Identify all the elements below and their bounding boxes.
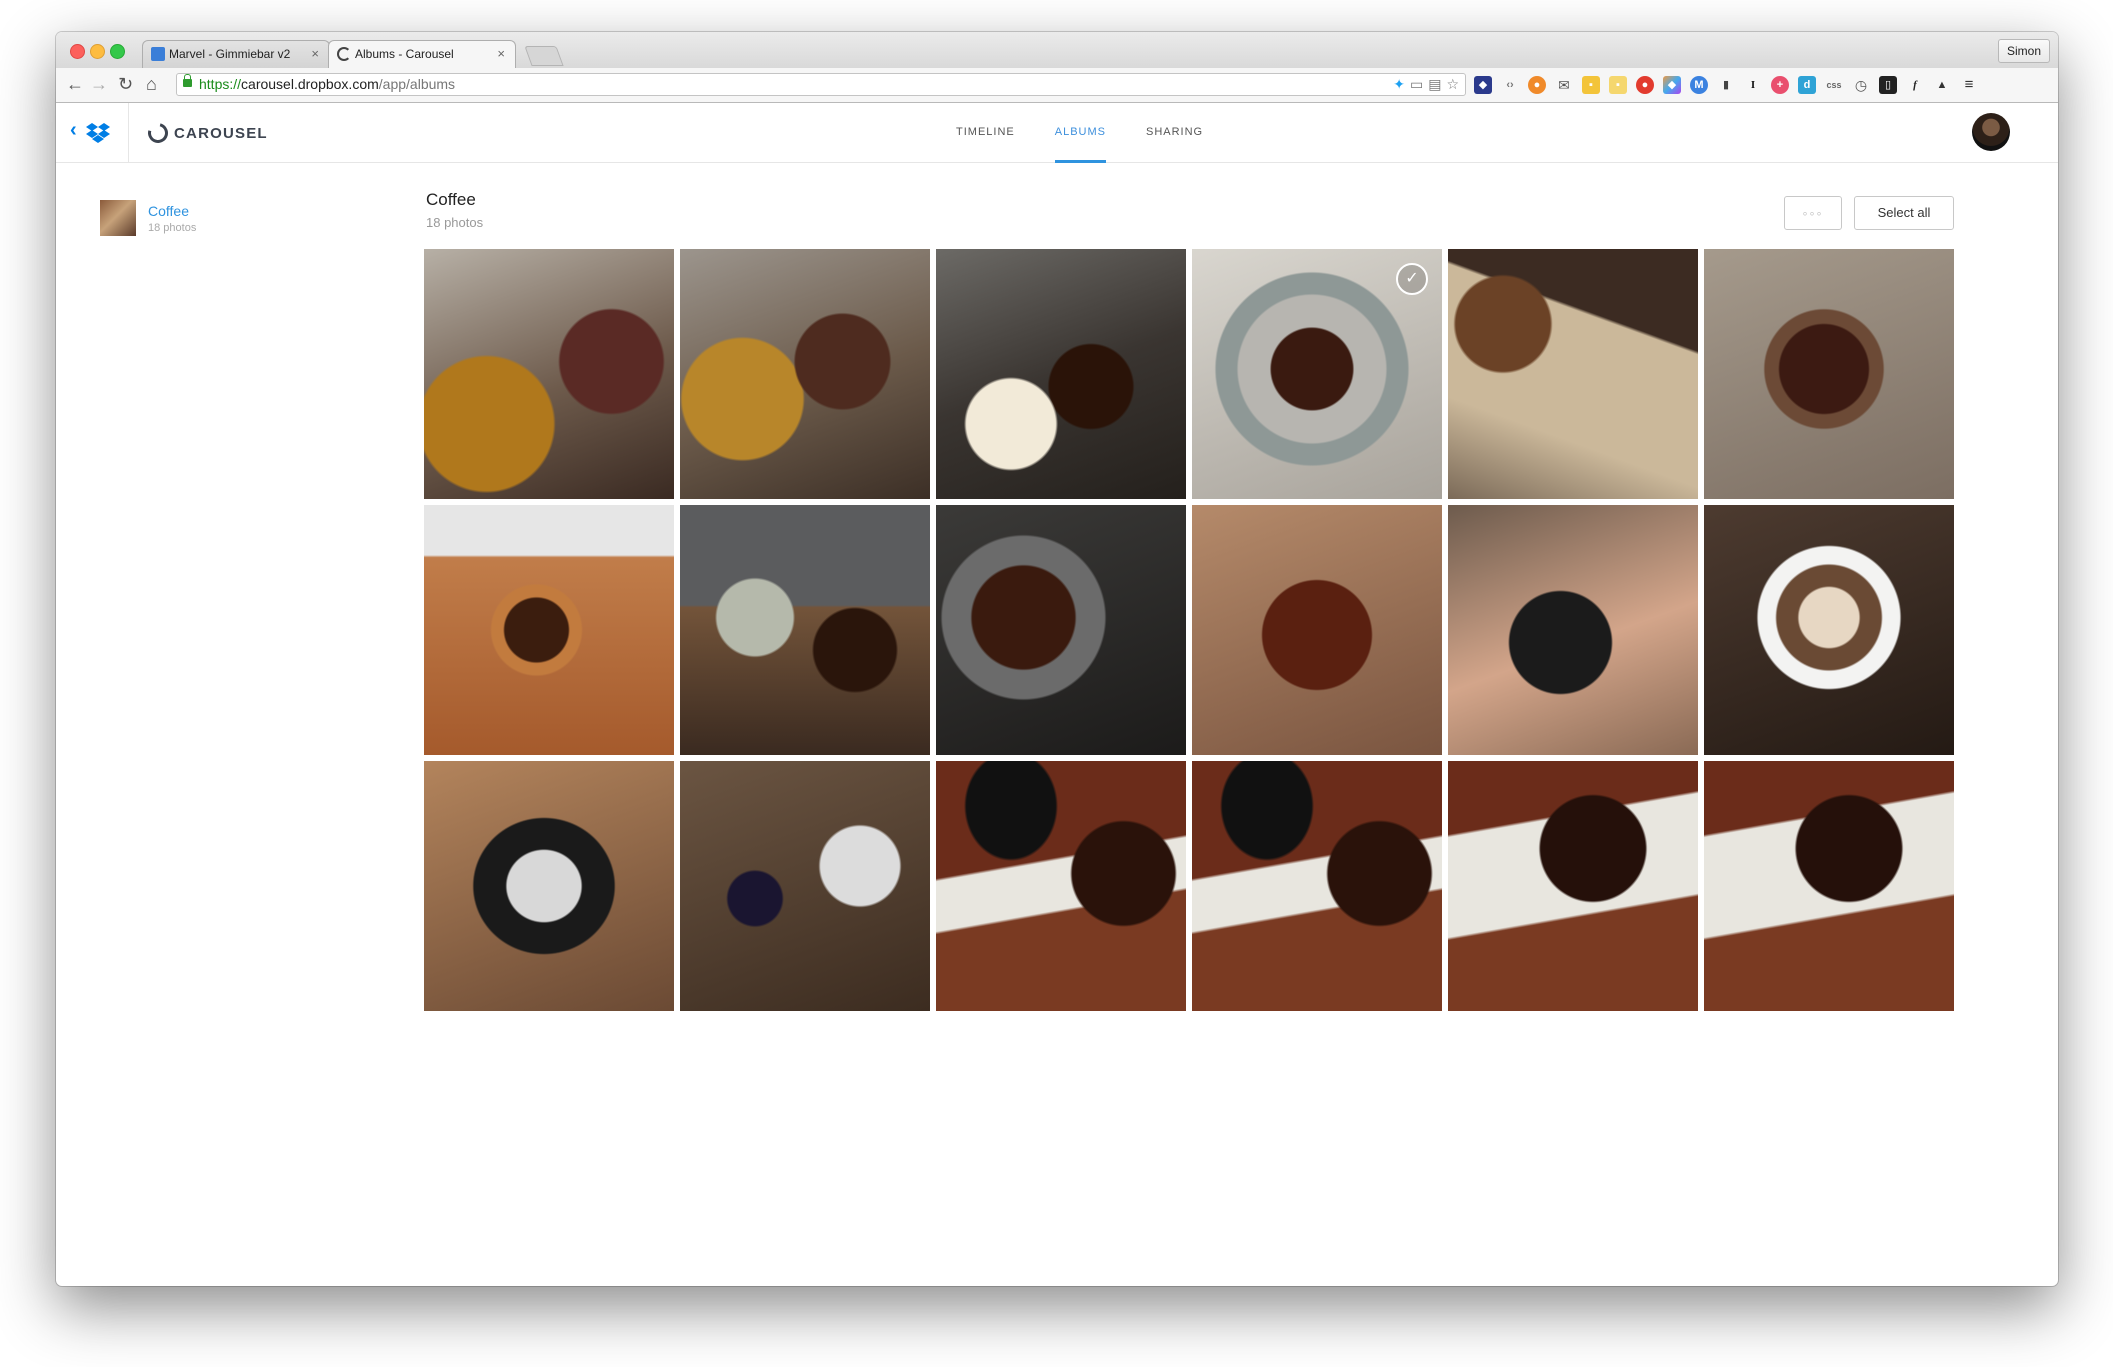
url-host: carousel.dropbox.com (241, 76, 379, 92)
photo-tile[interactable] (936, 761, 1186, 1011)
select-all-button[interactable]: Select all (1854, 196, 1954, 230)
carousel-logo[interactable]: CAROUSEL (144, 119, 268, 147)
photo-tile[interactable] (1192, 505, 1442, 755)
photo-tile[interactable] (936, 249, 1186, 499)
header-divider (128, 103, 129, 162)
tab-strip: Marvel - Gimmiebar v2 × Albums - Carouse… (56, 32, 2058, 68)
photo-tile[interactable] (936, 505, 1186, 755)
clock-extension-icon[interactable]: ◷ (1852, 76, 1870, 94)
fire-extension-icon[interactable]: ● (1528, 76, 1546, 94)
minimize-window-button[interactable] (90, 44, 105, 59)
carousel-favicon-icon (337, 47, 351, 61)
photo-tile[interactable] (424, 249, 674, 499)
back-arrow-icon[interactable]: ← (66, 74, 84, 94)
menu-icon[interactable]: ≡ (1960, 76, 1978, 94)
brand-name: CAROUSEL (174, 124, 268, 142)
album-thumbnail (100, 200, 136, 236)
avatar[interactable] (1972, 113, 2010, 151)
tab-carousel[interactable]: Albums - Carousel × (328, 40, 516, 68)
carousel-mark-icon (144, 119, 172, 147)
browser-toolbar: ← → ↻ ⌂ https://carousel.dropbox.com/app… (56, 68, 2058, 103)
browser-window: Marvel - Gimmiebar v2 × Albums - Carouse… (56, 32, 2058, 1286)
panel-extension-icon[interactable]: ▯ (1879, 76, 1897, 94)
home-icon[interactable]: ⌂ (146, 74, 157, 94)
page-action-icon[interactable]: ▭ (1410, 75, 1423, 94)
url-scheme: https:// (199, 76, 242, 92)
dropbox-logo-icon[interactable] (86, 123, 110, 143)
address-bar[interactable]: https://carousel.dropbox.com/app/albums … (176, 73, 1466, 96)
bookmark-star-icon[interactable]: ☆ (1446, 75, 1459, 94)
fonts-extension-icon[interactable]: f (1906, 76, 1924, 94)
tab-sharing[interactable]: SHARING (1146, 103, 1203, 162)
code-extension-icon[interactable]: ‹› (1501, 76, 1519, 94)
photo-tile[interactable] (1192, 761, 1442, 1011)
photo-tile[interactable] (1704, 249, 1954, 499)
sidebar-album-count: 18 photos (148, 222, 197, 234)
photo-tile[interactable] (1448, 761, 1698, 1011)
more-options-button[interactable]: ◦◦◦ (1784, 196, 1842, 230)
tab-title: Marvel - Gimmiebar v2 (169, 47, 291, 61)
extension-icon[interactable]: ◆ (1474, 76, 1492, 94)
zoom-window-button[interactable] (110, 44, 125, 59)
twitter-icon[interactable]: ✦ (1393, 75, 1405, 94)
app-header: ‹ CAROUSEL TIMELINE ALBUMS SHARING (56, 103, 2058, 163)
sticky-extension-icon[interactable]: ▪ (1609, 76, 1627, 94)
sidebar-album-name[interactable]: Coffee (148, 203, 189, 219)
new-tab-button[interactable] (524, 46, 564, 66)
tab-timeline[interactable]: TIMELINE (956, 103, 1015, 162)
photo-tile[interactable] (424, 505, 674, 755)
notes-extension-icon[interactable]: ▪ (1582, 76, 1600, 94)
close-tab-icon[interactable]: × (497, 41, 505, 67)
tab-title: Albums - Carousel (355, 47, 454, 61)
css-extension-icon[interactable]: css (1825, 76, 1843, 94)
url-path: /app/albums (378, 76, 456, 92)
stats-extension-icon[interactable]: ▮ (1717, 76, 1735, 94)
instapaper-extension-icon[interactable]: I (1744, 76, 1762, 94)
d-extension-icon[interactable]: d (1798, 76, 1816, 94)
close-window-button[interactable] (70, 44, 85, 59)
album-title: Coffee (426, 190, 476, 209)
photo-tile[interactable] (1704, 505, 1954, 755)
reader-icon[interactable]: ▤ (1428, 75, 1441, 94)
forward-arrow-icon[interactable]: → (90, 74, 108, 94)
close-tab-icon[interactable]: × (311, 41, 319, 67)
photo-tile[interactable] (680, 505, 930, 755)
photo-tile[interactable] (680, 761, 930, 1011)
main-nav: TIMELINE ALBUMS SHARING (956, 103, 1243, 163)
photo-tile[interactable]: ✓ (1192, 249, 1442, 499)
m-extension-icon[interactable]: M (1690, 76, 1708, 94)
coffee-extension-icon[interactable]: ▲ (1933, 76, 1951, 94)
photo-tile[interactable] (1448, 505, 1698, 755)
extensions-bar: ◆ ‹› ● ✉ ▪ ▪ ● ◆ M ▮ I + d css ◷ ▯ f ▲ ≡ (1474, 76, 1978, 94)
album-photo-count: 18 photos (426, 215, 484, 230)
photo-tile[interactable] (1448, 249, 1698, 499)
reload-icon[interactable]: ↻ (118, 74, 133, 94)
chevron-left-icon[interactable]: ‹ (70, 119, 77, 142)
tab-albums[interactable]: ALBUMS (1054, 103, 1107, 163)
photo-tile[interactable] (680, 249, 930, 499)
marvel-favicon-icon (151, 47, 165, 61)
record-extension-icon[interactable]: ● (1636, 76, 1654, 94)
photo-grid: ✓ (424, 249, 1956, 1011)
tab-marvel[interactable]: Marvel - Gimmiebar v2 × (142, 40, 330, 68)
mail-extension-icon[interactable]: ✉ (1555, 76, 1573, 94)
selected-check-icon[interactable]: ✓ (1396, 263, 1428, 295)
lock-icon (183, 74, 192, 87)
color-extension-icon[interactable]: ◆ (1663, 76, 1681, 94)
photo-tile[interactable] (1704, 761, 1954, 1011)
plus-extension-icon[interactable]: + (1771, 76, 1789, 94)
profile-button[interactable]: Simon (1997, 39, 2050, 63)
photo-tile[interactable] (424, 761, 674, 1011)
